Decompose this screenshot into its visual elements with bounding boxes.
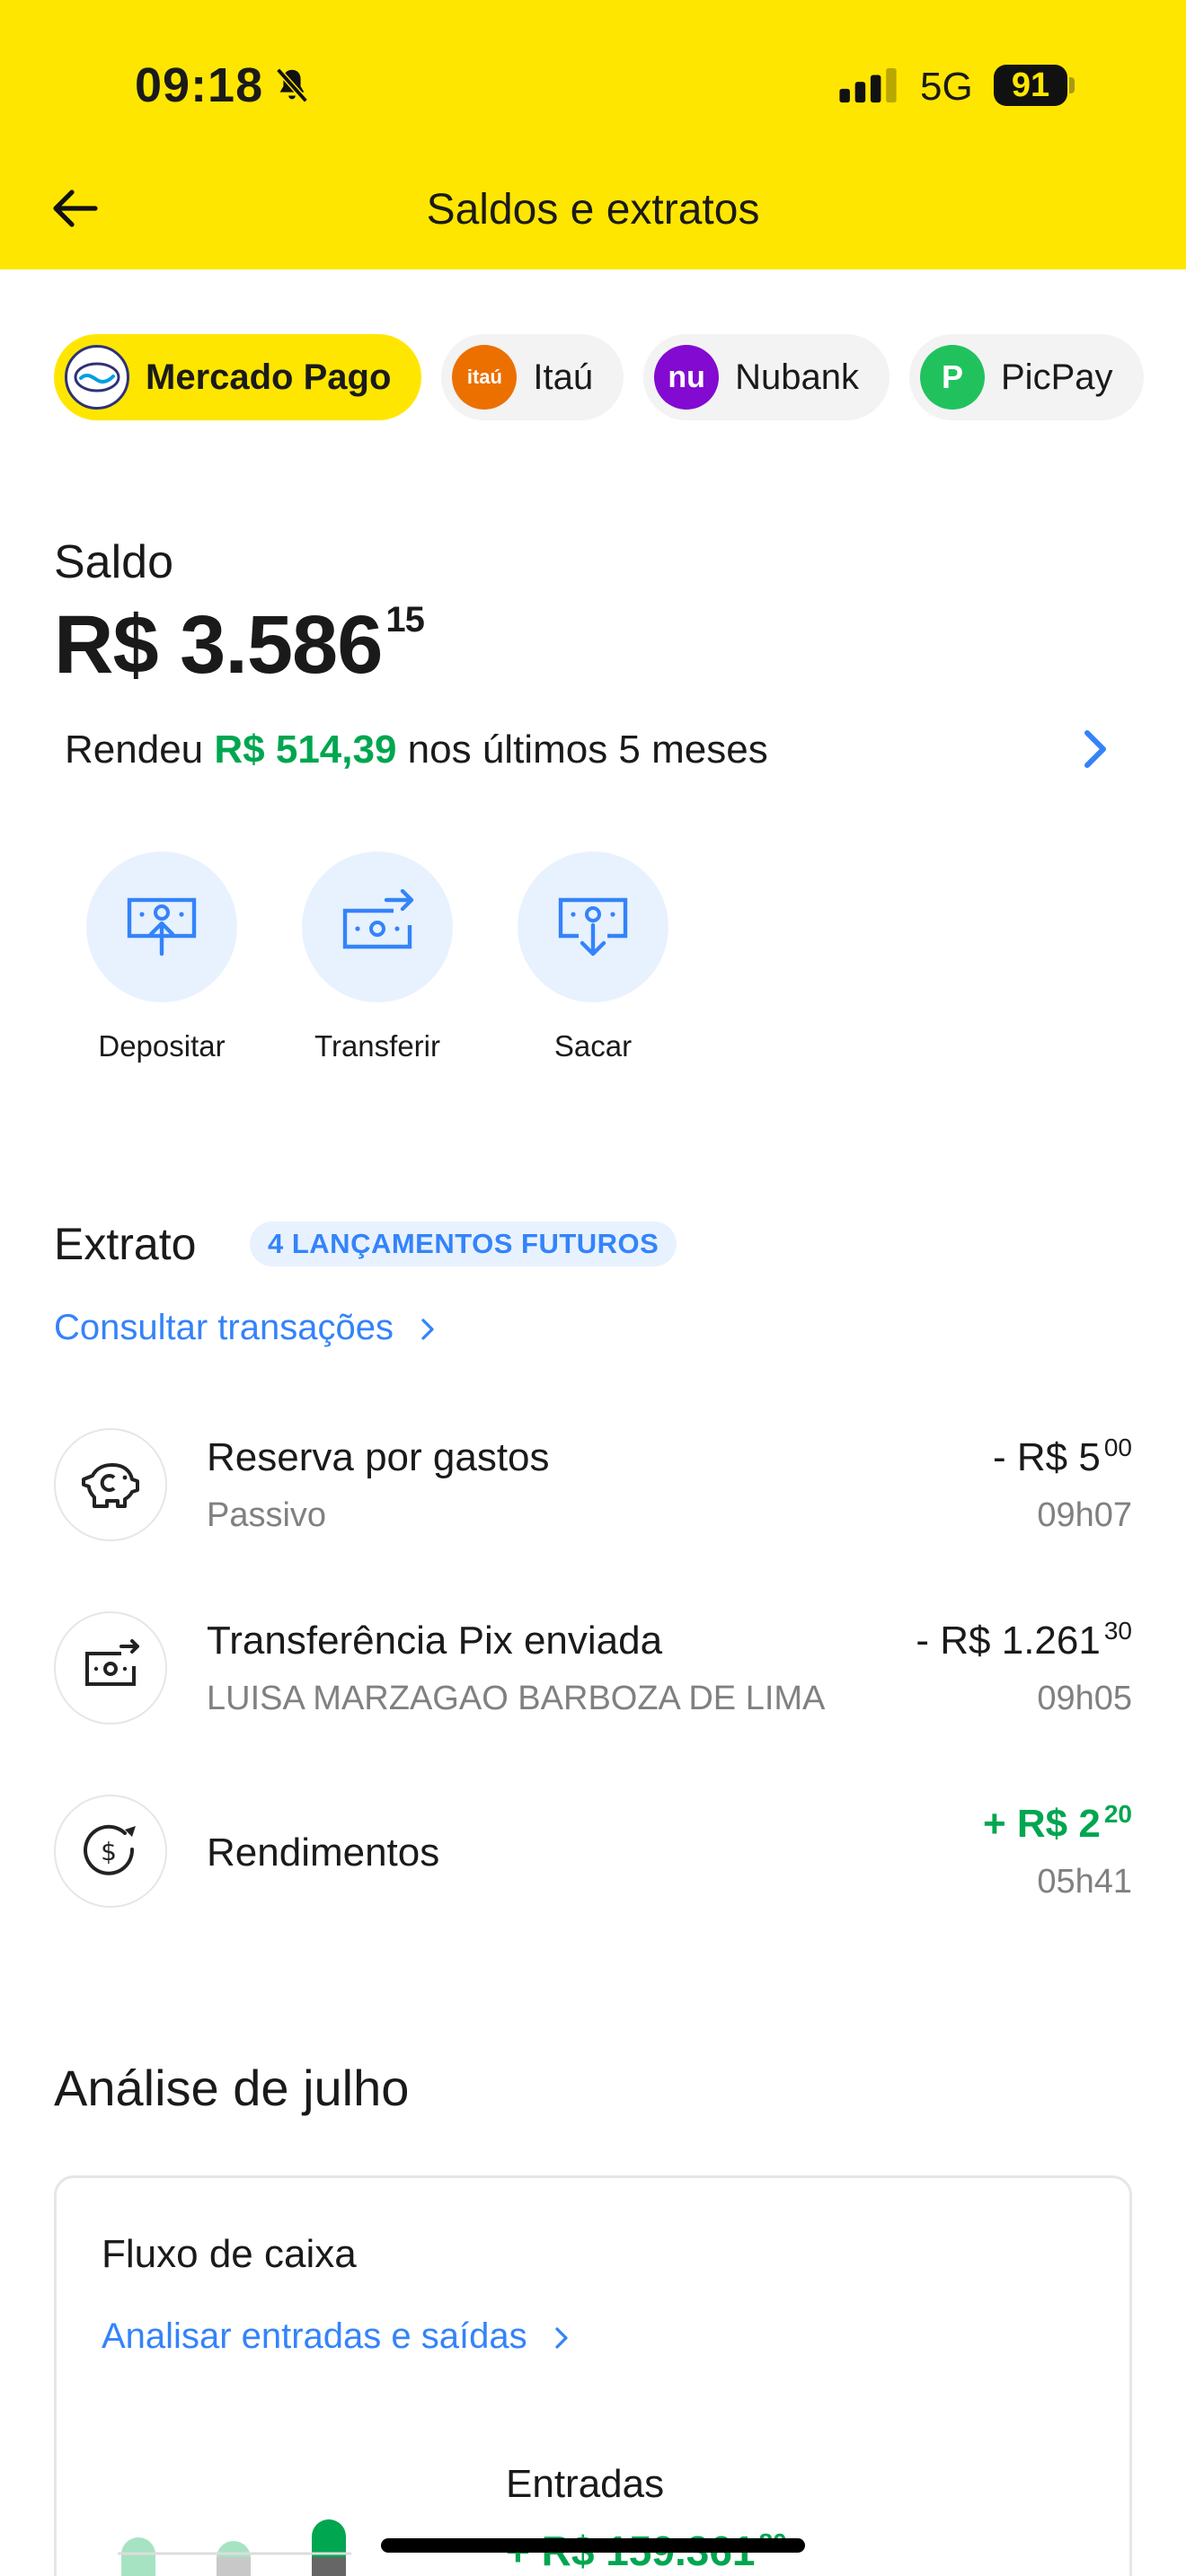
network-type: 5G	[920, 65, 973, 109]
chart-neg-bar-3	[312, 2557, 346, 2576]
balance-value-main: R$ 3.586	[54, 599, 383, 691]
cash-flow-card[interactable]: Fluxo de caixa Analisar entradas e saída…	[54, 2175, 1132, 2576]
transfer-icon-circle	[302, 851, 453, 1002]
cash-flow-title: Fluxo de caixa	[102, 2232, 357, 2276]
analysis-title: Análise de julho	[54, 2060, 410, 2116]
mercado-pago-logo-icon	[65, 345, 129, 410]
chip-label: Itaú	[533, 357, 594, 397]
transaction-title: Reserva por gastos	[207, 1435, 550, 1479]
withdraw-label: Sacar	[553, 1029, 633, 1063]
quick-actions: Depositar Transferir Sacar	[86, 851, 668, 1063]
picpay-logo-icon: P	[920, 345, 985, 410]
chevron-right-icon	[555, 2327, 568, 2350]
withdraw-icon-circle	[518, 851, 668, 1002]
nubank-logo-icon: nu	[654, 345, 720, 410]
transaction-title: Rendimentos	[207, 1831, 440, 1875]
chip-itau[interactable]: itaú Itaú	[441, 334, 624, 420]
balance-label: Saldo	[54, 536, 173, 588]
chart-neg-bar-2	[217, 2557, 251, 2576]
transaction-time: 09h05	[1037, 1680, 1132, 1717]
deposit-icon-circle	[86, 851, 237, 1002]
yield-suffix: nos últimos 5 meses	[407, 728, 768, 772]
transaction-item[interactable]: $ Rendimentos + R$ 2 20 05h41	[54, 1795, 1132, 1911]
transaction-amount: + R$ 2 20	[983, 1800, 1132, 1847]
status-time: 09:18	[135, 58, 264, 112]
cash-flow-mini-chart	[118, 2519, 351, 2576]
analyze-flows-link[interactable]: Analisar entradas e saídas	[102, 2316, 571, 2357]
analyze-flows-label: Analisar entradas e saídas	[102, 2316, 527, 2356]
page-title: Saldos e extratos	[426, 186, 760, 234]
transaction-amount-main: + R$ 2	[982, 1802, 1101, 1846]
chevron-right-icon	[421, 1319, 434, 1341]
transfer-label: Transferir	[314, 1029, 440, 1063]
cellular-signal-icon	[839, 67, 897, 103]
battery-indicator: 91	[994, 65, 1067, 106]
view-transactions-label: Consultar transações	[54, 1308, 394, 1347]
chip-label: PicPay	[1001, 357, 1113, 397]
transaction-item[interactable]: Reserva por gastos Passivo - R$ 5 00 09h0…	[54, 1428, 1132, 1545]
inflows-label: Entradas	[506, 2462, 665, 2506]
transaction-item[interactable]: Transferência Pix enviada LUISA MARZAGAO…	[54, 1611, 1132, 1728]
transaction-subtitle: Passivo	[207, 1496, 327, 1534]
chip-mercado-pago[interactable]: Mercado Pago	[54, 334, 422, 420]
transaction-subtitle: LUISA MARZAGAO BARBOZA DE LIMA	[207, 1680, 826, 1717]
balance-value-cents: 15	[385, 600, 424, 640]
transaction-time: 05h41	[1037, 1863, 1132, 1901]
money-transfer-icon	[54, 1611, 167, 1725]
view-transactions-link[interactable]: Consultar transações	[54, 1308, 438, 1348]
piggy-bank-icon	[54, 1428, 167, 1541]
transaction-amount-cents: 00	[1103, 1434, 1132, 1461]
deposit-icon	[127, 897, 197, 957]
deposit-button[interactable]: Depositar	[86, 851, 237, 1063]
transaction-amount: - R$ 5 00	[993, 1434, 1132, 1480]
chip-picpay[interactable]: P PicPay	[909, 334, 1144, 420]
transaction-amount-cents: 30	[1103, 1617, 1132, 1645]
chart-bar-1	[121, 2537, 155, 2576]
svg-text:$: $	[101, 1837, 117, 1866]
yield-prefix: Rendeu	[65, 728, 204, 772]
transaction-amount-cents: 20	[1103, 1800, 1132, 1828]
earnings-icon: $	[54, 1795, 167, 1908]
yield-summary[interactable]: Rendeu R$ 514,39 nos últimos 5 meses	[65, 728, 768, 772]
transaction-amount: - R$ 1.261 30	[916, 1617, 1132, 1663]
silent-bell-icon	[276, 67, 308, 103]
future-entries-badge[interactable]: 4 LANÇAMENTOS FUTUROS	[250, 1222, 677, 1266]
chevron-right-icon[interactable]	[1076, 726, 1112, 772]
deposit-label: Depositar	[98, 1029, 226, 1063]
withdraw-button[interactable]: Sacar	[518, 851, 668, 1063]
battery-tip	[1069, 77, 1075, 93]
transaction-amount-main: - R$ 5	[993, 1435, 1101, 1479]
statement-title: Extrato	[54, 1219, 197, 1269]
account-selector: Mercado Pago itaú Itaú nu Nubank P PicPa…	[54, 334, 1144, 420]
itau-logo-icon: itaú	[452, 345, 518, 410]
transaction-title: Transferência Pix enviada	[207, 1619, 663, 1663]
transfer-icon	[342, 889, 414, 949]
yield-amount: R$ 514,39	[214, 728, 397, 772]
withdraw-icon	[558, 897, 628, 957]
chip-label: Nubank	[735, 357, 859, 397]
chip-label: Mercado Pago	[146, 357, 392, 397]
transaction-time: 09h07	[1037, 1496, 1132, 1534]
balance-value: R$ 3.586 15	[54, 598, 425, 693]
chip-nubank[interactable]: nu Nubank	[643, 334, 890, 420]
top-app-bar: 09:18 5G 91 Saldos e extratos	[0, 0, 1186, 269]
transfer-button[interactable]: Transferir	[302, 851, 453, 1063]
transaction-amount-main: - R$ 1.261	[916, 1619, 1101, 1663]
home-indicator[interactable]	[381, 2538, 805, 2553]
